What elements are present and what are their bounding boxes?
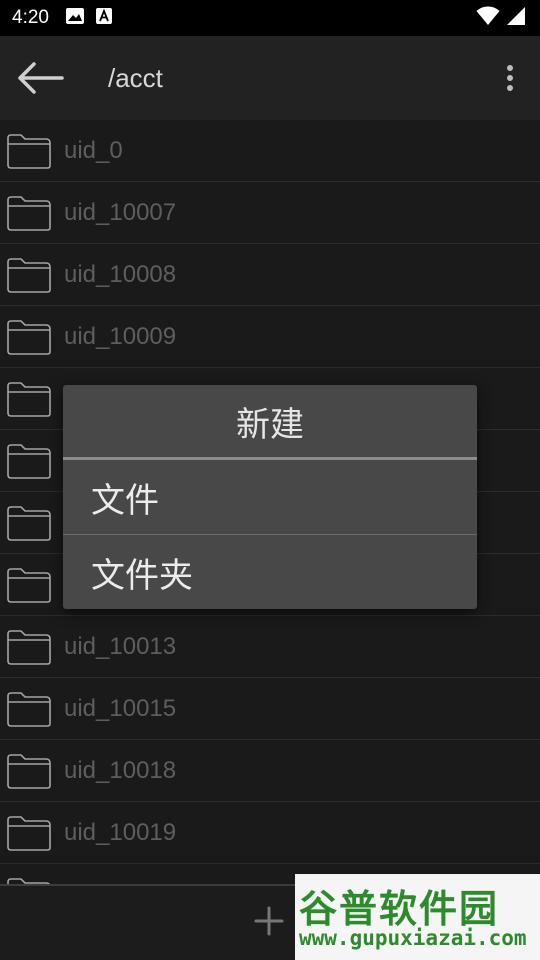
folder-icon bbox=[6, 255, 54, 295]
image-icon bbox=[65, 7, 85, 29]
folder-icon bbox=[6, 627, 54, 667]
plus-icon bbox=[254, 906, 284, 936]
file-name: uid_10013 bbox=[64, 632, 177, 660]
wifi-icon bbox=[476, 6, 500, 30]
add-button[interactable] bbox=[248, 900, 290, 942]
file-name: uid_10015 bbox=[64, 694, 177, 722]
folder-icon bbox=[6, 317, 54, 357]
folder-icon bbox=[6, 193, 54, 233]
file-name: uid_10018 bbox=[64, 756, 177, 784]
status-time: 4:20 bbox=[12, 7, 49, 28]
file-row[interactable]: uid_10015 bbox=[0, 678, 540, 740]
file-name: uid_10007 bbox=[64, 198, 177, 226]
folder-icon bbox=[6, 689, 54, 729]
folder-icon bbox=[6, 875, 54, 884]
cell-signal-icon bbox=[506, 6, 526, 30]
file-name: uid_10009 bbox=[64, 322, 177, 350]
dialog-option-folder[interactable]: 文件夹 bbox=[63, 535, 477, 609]
dialog-title: 新建 bbox=[236, 404, 304, 445]
folder-icon bbox=[6, 379, 54, 419]
file-row[interactable]: uid_10019 bbox=[0, 802, 540, 864]
path-title: /acct bbox=[108, 62, 163, 93]
toolbar: /acct bbox=[0, 36, 540, 120]
status-icons-right bbox=[476, 6, 526, 30]
file-row[interactable]: uid_10013 bbox=[0, 616, 540, 678]
folder-icon bbox=[6, 131, 54, 171]
watermark-url: www.gupuxiazai.com bbox=[299, 926, 527, 950]
arrow-left-icon bbox=[18, 62, 64, 94]
watermark: 谷普软件园 www.gupuxiazai.com bbox=[295, 874, 540, 960]
status-bar: 4:20 bbox=[0, 0, 540, 36]
file-row[interactable]: uid_10008 bbox=[0, 244, 540, 306]
font-a-icon bbox=[95, 7, 113, 29]
file-name: uid_10019 bbox=[64, 818, 177, 846]
file-row[interactable]: uid_10009 bbox=[0, 306, 540, 368]
more-vert-icon bbox=[507, 65, 513, 91]
file-row[interactable]: uid_0 bbox=[0, 120, 540, 182]
folder-icon bbox=[6, 565, 54, 605]
file-name: uid_10008 bbox=[64, 260, 177, 288]
file-name: uid_0 bbox=[64, 136, 123, 164]
new-item-dialog: 新建 文件 文件夹 bbox=[63, 385, 477, 609]
folder-icon bbox=[6, 751, 54, 791]
folder-icon bbox=[6, 503, 54, 543]
dialog-option-file[interactable]: 文件 bbox=[63, 460, 477, 534]
watermark-title: 谷普软件园 bbox=[299, 887, 500, 931]
more-options-button[interactable] bbox=[480, 36, 540, 120]
folder-icon bbox=[6, 441, 54, 481]
folder-icon bbox=[6, 813, 54, 853]
file-row[interactable]: uid_10007 bbox=[0, 182, 540, 244]
status-icons-left bbox=[65, 7, 113, 29]
back-button[interactable] bbox=[0, 36, 80, 120]
file-row[interactable]: uid_10018 bbox=[0, 740, 540, 802]
